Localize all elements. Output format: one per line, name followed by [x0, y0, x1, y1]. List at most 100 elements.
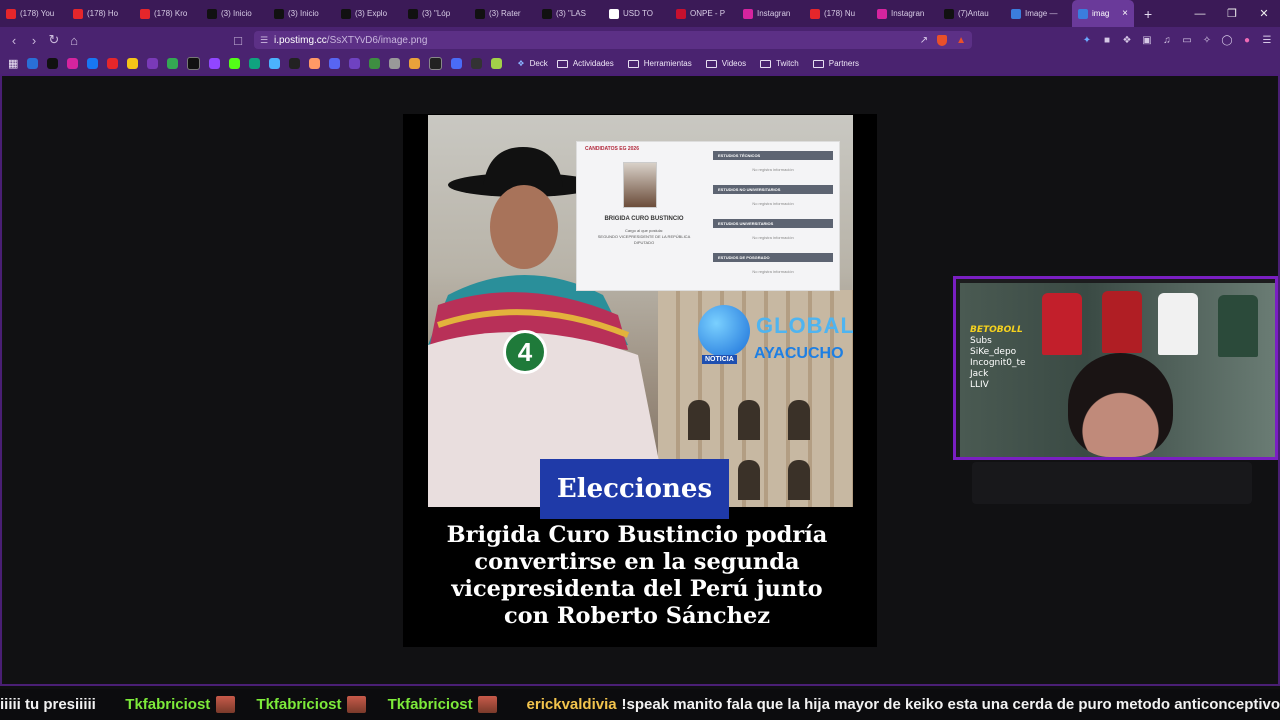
bookmark-tiktok-icon[interactable]	[47, 58, 59, 69]
tab-2[interactable]: (178) Kro	[134, 0, 201, 27]
tab-6[interactable]: (3) "Lóp	[402, 0, 469, 27]
webcam-shadow	[972, 462, 1252, 504]
tab-12[interactable]: (178) Nu	[804, 0, 871, 27]
back-icon[interactable]: ‹	[4, 33, 24, 48]
bookmark-twitch-icon[interactable]	[209, 58, 221, 69]
bookmark-x-icon[interactable]	[187, 57, 201, 70]
bookmark-chatgpt-icon[interactable]	[249, 58, 261, 69]
bookmark-site4-icon[interactable]	[349, 58, 361, 69]
bookmark-site10-icon[interactable]	[471, 58, 483, 69]
bookmark-facebook-icon[interactable]	[87, 58, 99, 69]
candidate-cargo: Cargo al que postula: SEGUNDO VICEPRESID…	[585, 228, 703, 246]
tab-13[interactable]: Instagran	[871, 0, 938, 27]
card-section-1: ESTUDIOS NO UNIVERSITARIOS	[713, 185, 833, 194]
emote-icon	[216, 696, 235, 713]
bookmark-kick-icon[interactable]	[229, 58, 241, 69]
bookmark-folder-1[interactable]: Herramientas	[627, 59, 692, 68]
bookmark-deck-label: Deck	[529, 59, 548, 68]
site-info-icon[interactable]: ☰	[254, 35, 274, 46]
address-bar[interactable]: ☰ i.postimg.cc/SsXTYvD6/image.png ↗ ▲	[254, 31, 972, 49]
tab-4[interactable]: (3) Inicio	[268, 0, 335, 27]
bookmark-folder-4[interactable]: Partners	[812, 59, 859, 68]
tab-0[interactable]: (178) You	[0, 0, 67, 27]
bookmark-drive-icon[interactable]	[167, 58, 179, 69]
restore-icon[interactable]: ❐	[1216, 7, 1248, 20]
bookmark-folder-3[interactable]: Twitch	[760, 59, 799, 68]
globe-icon	[698, 305, 750, 357]
home-icon[interactable]: ⌂	[64, 33, 84, 48]
bookmark-site11-icon[interactable]	[491, 58, 503, 69]
tab-9[interactable]: USD TO	[603, 0, 670, 27]
bookmark-site9-icon[interactable]	[451, 58, 463, 69]
emote-icon	[347, 696, 366, 713]
tab-10[interactable]: ONPE - P	[670, 0, 737, 27]
tab-11[interactable]: Instagran	[737, 0, 804, 27]
brave-shields-icon[interactable]	[937, 34, 948, 46]
reload-icon[interactable]: ↻	[44, 32, 64, 48]
webcam-line-3: Jack	[970, 369, 989, 379]
apps-grid-icon[interactable]: ▦	[8, 57, 18, 70]
leo-icon[interactable]: ✧	[1200, 33, 1214, 47]
folder-icon	[760, 59, 772, 68]
menu-icon[interactable]: ☰	[1260, 33, 1274, 47]
bookmark-site-icon[interactable]	[147, 58, 159, 69]
postimages-icon	[1078, 8, 1088, 19]
ticker-user-1: Tkfabriciost	[125, 696, 211, 713]
brave-rewards-icon[interactable]: ▲	[956, 35, 966, 46]
url-path: /SsXTYvD6/image.png	[326, 34, 428, 46]
bookmark-site8-icon[interactable]	[429, 57, 443, 70]
extension-icon[interactable]: ■	[1100, 33, 1114, 47]
bookmark-site7-icon[interactable]	[409, 58, 421, 69]
bookmarks-bar: ▦ ❖ Deck Actividades Herramientas Videos Twi…	[0, 53, 1280, 74]
tab-label: (3) Inicio	[221, 9, 252, 18]
cargo-value-2: DIPUTADO	[633, 240, 655, 245]
sidebar-icon[interactable]: ▣	[1140, 33, 1154, 47]
share-icon[interactable]: ↗	[920, 35, 928, 46]
card-no-records-3: No registra información	[752, 269, 794, 274]
tab-3[interactable]: (3) Inicio	[201, 0, 268, 27]
bookmark-page-icon[interactable]: □	[228, 33, 248, 48]
bookmark-outlook-icon[interactable]	[27, 58, 39, 69]
bookmark-deck[interactable]: ❖ Deck	[517, 59, 547, 68]
bookmark-imdb-icon[interactable]	[127, 58, 139, 69]
close-tab-icon[interactable]: ×	[1122, 8, 1128, 19]
bookmark-folder-2[interactable]: Videos	[705, 59, 746, 68]
instagram-icon	[743, 8, 753, 19]
vpn-icon[interactable]: ✦	[1080, 33, 1094, 47]
bookmark-github-icon[interactable]	[289, 58, 301, 69]
extensions-puzzle-icon[interactable]: ❖	[1120, 33, 1134, 47]
webcam-caption: BETOBOLL Subs SiKe_depo Incognit0_te Jac…	[970, 325, 1026, 391]
minimize-icon[interactable]: —	[1184, 8, 1216, 20]
bookmark-discord-icon[interactable]	[329, 58, 341, 69]
tab-7[interactable]: (3) Rater	[469, 0, 536, 27]
forward-icon[interactable]: ›	[24, 33, 44, 48]
bookmark-instagram-icon[interactable]	[67, 58, 79, 69]
logo-global-text: GLOBAL	[756, 313, 853, 338]
window-controls: — ❐ ✕	[1184, 0, 1280, 27]
bookmark-site5-icon[interactable]	[369, 58, 381, 69]
tab-14[interactable]: (7)Antau	[938, 0, 1005, 27]
tab-label: (178) Ho	[87, 9, 119, 18]
x-icon	[341, 8, 351, 19]
tab-8[interactable]: (3) "LAS	[536, 0, 603, 27]
tab-5[interactable]: (3) Explo	[335, 0, 402, 27]
tab-label: Instagran	[891, 9, 925, 18]
bookmark-site3-icon[interactable]	[309, 58, 321, 69]
close-window-icon[interactable]: ✕	[1248, 7, 1280, 20]
tab-15[interactable]: Image —	[1005, 0, 1072, 27]
bookmark-folder-0[interactable]: Actividades	[556, 59, 614, 68]
emote-icon	[478, 696, 498, 713]
bookmark-site6-icon[interactable]	[389, 58, 401, 69]
media-icon[interactable]: ♫	[1160, 33, 1174, 47]
bookmark-site2-icon[interactable]	[269, 58, 281, 69]
shield-icon[interactable]: ◯	[1220, 33, 1234, 47]
webcam-line-1: SiKe_depo	[970, 347, 1017, 357]
tab-1[interactable]: (178) Ho	[67, 0, 134, 27]
webcam-brand: BETOBOLL	[970, 325, 1023, 335]
tab-16[interactable]: imag ×	[1072, 0, 1134, 27]
wallet-icon[interactable]: ▭	[1180, 33, 1194, 47]
logo-noticia-text: NOTICIA	[702, 355, 737, 364]
new-tab-button[interactable]: +	[1134, 6, 1162, 22]
bookmark-youtube-icon[interactable]	[107, 58, 119, 69]
profile-icon[interactable]: ●	[1240, 33, 1254, 47]
